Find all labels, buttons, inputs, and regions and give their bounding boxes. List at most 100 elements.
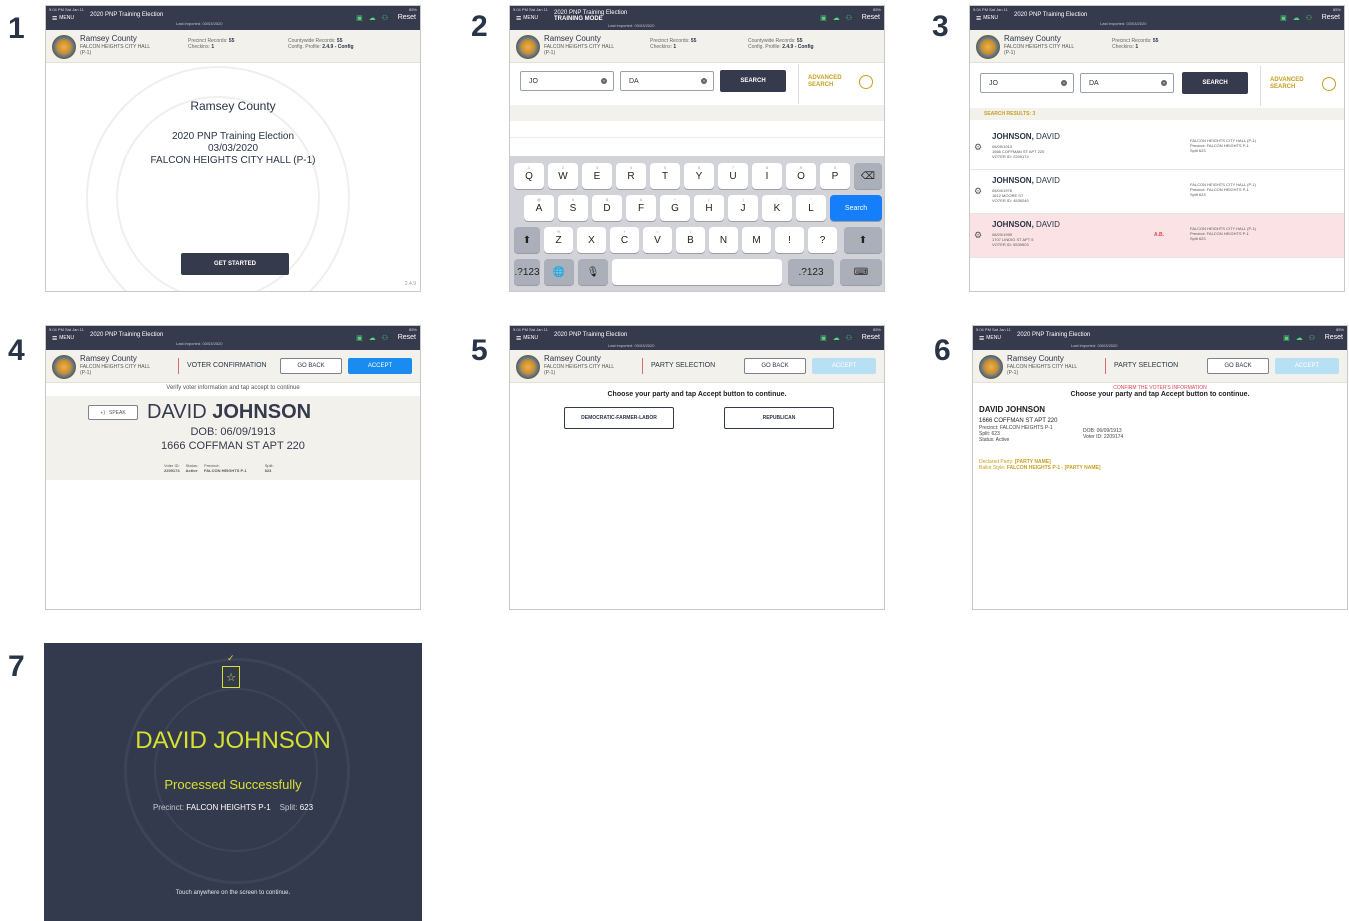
sync-icon[interactable]: ▣ xyxy=(356,14,363,22)
key-n[interactable]: ; N xyxy=(709,227,738,253)
advanced-search-label[interactable]: ADVANCED SEARCH xyxy=(808,75,842,89)
sync-icon[interactable]: ▣ xyxy=(820,14,827,22)
cloud-icon[interactable]: ☁ xyxy=(833,334,840,342)
key-d[interactable]: $ D xyxy=(592,195,622,221)
speak-button[interactable]: ◗) SPEAK xyxy=(88,405,138,420)
key-w[interactable]: 2W xyxy=(548,163,578,189)
reset-button[interactable]: Reset xyxy=(398,14,416,21)
reset-button[interactable]: Reset xyxy=(398,334,416,341)
key-y[interactable]: 6Y xyxy=(684,163,714,189)
key-e[interactable]: 3E xyxy=(582,163,612,189)
space-bar[interactable] xyxy=(612,259,782,285)
users-icon[interactable]: ⚇ xyxy=(1306,14,1312,22)
clear-icon[interactable]: × xyxy=(1061,80,1067,86)
key-l[interactable]: " L xyxy=(796,195,826,221)
go-back-button[interactable]: GO BACK xyxy=(744,358,806,374)
sync-icon[interactable]: ▣ xyxy=(1283,334,1290,342)
cloud-icon[interactable]: ☁ xyxy=(369,334,376,342)
menu-button[interactable]: ≡ MENU xyxy=(516,14,538,23)
microphone-icon[interactable]: 🎙 xyxy=(578,259,608,285)
key-punct-8[interactable]: .? xyxy=(808,227,837,253)
key-t[interactable]: 5T xyxy=(650,163,680,189)
key-u[interactable]: 7U xyxy=(718,163,748,189)
backspace-icon[interactable]: ⌫ xyxy=(854,163,882,189)
shift-left-icon[interactable]: ⬆ xyxy=(514,227,540,253)
go-back-button[interactable]: GO BACK xyxy=(280,358,342,374)
menu-button[interactable]: ≡ MENU xyxy=(516,334,538,343)
sync-icon[interactable]: ▣ xyxy=(820,334,827,342)
search-button[interactable]: SEARCH xyxy=(720,70,786,92)
key-a[interactable]: @ A xyxy=(524,195,554,221)
voter-result-row[interactable]: ⚙ JOHNSON, DAVID 06/09/1913 1666 COFFMAN … xyxy=(970,126,1344,170)
voter-result-row-absentee[interactable]: ⚙ JOHNSON, DAVID 08/20/1959 1707 LINDIG S… xyxy=(970,214,1344,258)
get-started-button[interactable]: GET STARTED xyxy=(181,253,289,275)
reset-button[interactable]: Reset xyxy=(1322,14,1340,21)
first-name-input[interactable]: DA × xyxy=(1080,73,1174,93)
key-punct-7[interactable]: ,! xyxy=(775,227,804,253)
numbers-key-left[interactable]: .?123 xyxy=(514,259,540,285)
accept-button-disabled[interactable]: ACCEPT xyxy=(1275,358,1339,374)
first-name-input[interactable]: DA × xyxy=(620,71,714,91)
clear-icon[interactable]: × xyxy=(601,78,607,84)
menu-button[interactable]: ≡ MENU xyxy=(52,14,74,23)
hide-keyboard-icon[interactable]: ⌨ xyxy=(840,259,882,285)
key-r[interactable]: 4R xyxy=(616,163,646,189)
users-icon[interactable]: ⚇ xyxy=(846,334,852,342)
key-j[interactable]: ) J xyxy=(728,195,758,221)
key-k[interactable]: ' K xyxy=(762,195,792,221)
last-name-input[interactable]: JO × xyxy=(520,71,614,91)
key-c[interactable]: + C xyxy=(610,227,639,253)
key-q[interactable]: 1Q xyxy=(514,163,544,189)
accept-button-disabled[interactable]: ACCEPT xyxy=(812,358,876,374)
advanced-search-toggle[interactable] xyxy=(1322,77,1336,91)
key-i[interactable]: 8I xyxy=(752,163,782,189)
last-name-input[interactable]: JO × xyxy=(980,73,1074,93)
key-p[interactable]: 0P xyxy=(820,163,850,189)
gear-icon[interactable]: ⚙ xyxy=(974,230,982,241)
key-g[interactable]: * G xyxy=(660,195,690,221)
sync-icon[interactable]: ▣ xyxy=(356,334,363,342)
reset-button[interactable]: Reset xyxy=(862,14,880,21)
cloud-icon[interactable]: ☁ xyxy=(369,14,376,22)
clear-icon[interactable]: × xyxy=(1161,80,1167,86)
reset-button[interactable]: Reset xyxy=(1325,334,1343,341)
users-icon[interactable]: ⚇ xyxy=(1309,334,1315,342)
cloud-icon[interactable]: ☁ xyxy=(833,14,840,22)
menu-button[interactable]: ≡ MENU xyxy=(52,334,74,343)
advanced-search-label[interactable]: ADVANCED SEARCH xyxy=(1270,77,1304,91)
party-republican-button[interactable]: REPUBLICAN xyxy=(724,407,834,429)
party-dfl-button[interactable]: DEMOCRATIC-FARMER-LABOR xyxy=(564,407,674,429)
menu-button[interactable]: ≡ MENU xyxy=(979,334,1001,343)
key-h[interactable]: (H xyxy=(694,195,724,221)
shift-right-icon[interactable]: ⬆ xyxy=(844,227,882,253)
sync-icon[interactable]: ▣ xyxy=(1280,14,1287,22)
numbers-key-right[interactable]: .?123 xyxy=(788,259,834,285)
gear-icon[interactable]: ⚙ xyxy=(974,142,982,153)
cloud-icon[interactable]: ☁ xyxy=(1293,14,1300,22)
globe-icon[interactable]: 🌐 xyxy=(544,259,574,285)
screen-processed-success[interactable]: ✓ ☆ DAVID JOHNSON Processed Successfully… xyxy=(44,643,422,921)
accept-button[interactable]: ACCEPT xyxy=(348,358,412,374)
advanced-search-toggle[interactable] xyxy=(859,75,873,89)
gear-icon[interactable]: ⚙ xyxy=(974,186,982,197)
search-button[interactable]: SEARCH xyxy=(1182,72,1248,94)
voter-details: 08/20/1959 1707 LINDIG ST APT 5 VOTER ID: … xyxy=(992,232,1034,247)
key-o[interactable]: 9O xyxy=(786,163,816,189)
users-icon[interactable]: ⚇ xyxy=(382,334,388,342)
key-m[interactable]: :M xyxy=(742,227,771,253)
voter-result-row[interactable]: ⚙ JOHNSON, DAVID 05/04/1976 1612 MOORE ST… xyxy=(970,170,1344,214)
reset-button[interactable]: Reset xyxy=(862,334,880,341)
key-z[interactable]: % Z xyxy=(544,227,573,253)
keyboard-search-key[interactable]: Search xyxy=(830,195,882,221)
key-s[interactable]: # S xyxy=(558,195,588,221)
key-f[interactable]: & F xyxy=(626,195,656,221)
key-b[interactable]: / B xyxy=(676,227,705,253)
menu-button[interactable]: ≡ MENU xyxy=(976,14,998,23)
go-back-button[interactable]: GO BACK xyxy=(1207,358,1269,374)
clear-icon[interactable]: × xyxy=(701,78,707,84)
cloud-icon[interactable]: ☁ xyxy=(1296,334,1303,342)
key-v[interactable]: = V xyxy=(643,227,672,253)
users-icon[interactable]: ⚇ xyxy=(846,14,852,22)
key-x[interactable]: -X xyxy=(577,227,606,253)
users-icon[interactable]: ⚇ xyxy=(382,14,388,22)
